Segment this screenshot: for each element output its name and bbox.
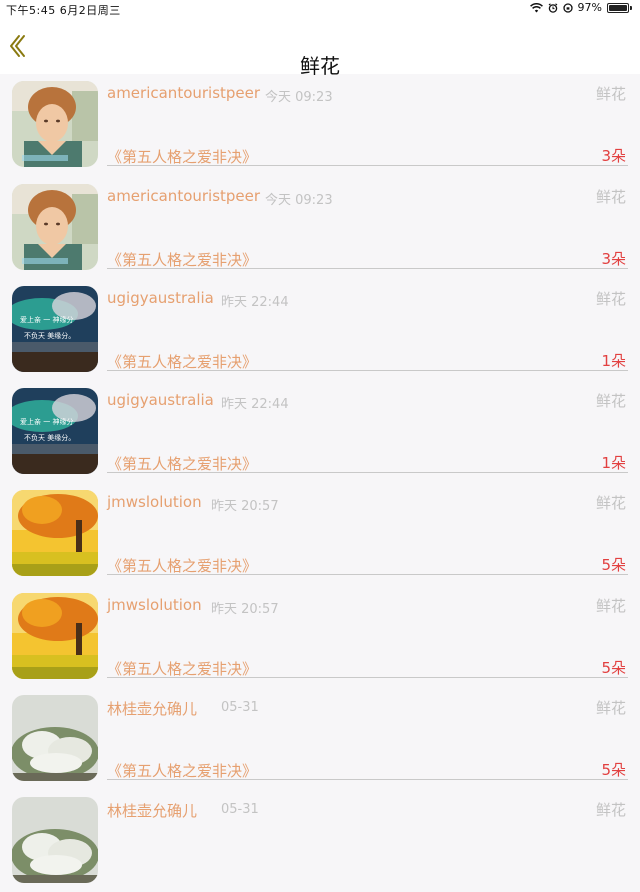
- svg-text:爱上亲 一 神缘分: 爱上亲 一 神缘分: [20, 417, 73, 426]
- svg-text:不负天 美缘分。: 不负天 美缘分。: [24, 331, 75, 340]
- gift-type: 鲜花: [595, 85, 626, 103]
- timestamp: 昨天 22:44: [221, 295, 289, 310]
- username: jmwslolution: [107, 596, 202, 614]
- gift-type: 鲜花: [595, 801, 626, 819]
- status-bar: 下午5:45 6月2日周三 97%: [0, 0, 640, 18]
- username: americantouristpeer: [107, 84, 261, 102]
- flower-count: 3朵: [601, 147, 626, 165]
- row-divider: [107, 370, 628, 371]
- username: 林桂壶允确儿: [107, 700, 198, 718]
- username: ugigyaustralia: [107, 391, 214, 409]
- book-title[interactable]: 《第五人格之爱非决》: [107, 760, 257, 781]
- row-divider: [107, 779, 628, 780]
- gift-type: 鲜花: [595, 494, 626, 512]
- book-title[interactable]: 《第五人格之爱非决》: [107, 146, 257, 167]
- timestamp: 今天 09:23: [265, 90, 333, 105]
- wifi-icon: [529, 2, 543, 12]
- gift-type: 鲜花: [595, 392, 626, 410]
- gift-type: 鲜花: [595, 188, 626, 206]
- avatar[interactable]: [12, 797, 98, 883]
- gift-type: 鲜花: [595, 597, 626, 615]
- flower-count: 5朵: [601, 659, 626, 677]
- list-item[interactable]: 林桂壶允确儿 05-31 鲜花: [0, 790, 640, 892]
- username: ugigyaustralia: [107, 289, 214, 307]
- list-item[interactable]: jmwslolution 昨天 20:57 鲜花 《第五人格之爱非决》 5朵: [0, 483, 640, 585]
- avatar[interactable]: [12, 81, 98, 167]
- timestamp: 昨天 20:57: [211, 602, 279, 617]
- timestamp: 今天 09:23: [265, 193, 333, 208]
- timestamp: 昨天 22:44: [221, 397, 289, 412]
- book-title[interactable]: 《第五人格之爱非决》: [107, 658, 257, 679]
- row-divider: [107, 268, 628, 269]
- status-icons: 97%: [529, 1, 632, 14]
- book-title[interactable]: 《第五人格之爱非决》: [107, 453, 257, 474]
- timestamp: 05-31: [221, 700, 259, 715]
- avatar[interactable]: [12, 593, 98, 679]
- list-item[interactable]: americantouristpeer 今天 09:23 鲜花 《第五人格之爱非…: [0, 177, 640, 279]
- username: americantouristpeer: [107, 187, 261, 205]
- svg-text:爱上亲 一 神缘分: 爱上亲 一 神缘分: [20, 315, 73, 324]
- nav-bar: 鲜花: [0, 18, 640, 78]
- book-title[interactable]: 《第五人格之爱非决》: [107, 249, 257, 270]
- list-item[interactable]: jmwslolution 昨天 20:57 鲜花 《第五人格之爱非决》 5朵: [0, 586, 640, 688]
- flower-count: 5朵: [601, 761, 626, 779]
- list-item[interactable]: americantouristpeer 今天 09:23 鲜花 《第五人格之爱非…: [0, 74, 640, 176]
- username: 林桂壶允确儿: [107, 802, 198, 820]
- flower-count: 5朵: [601, 556, 626, 574]
- book-title[interactable]: 《第五人格之爱非决》: [107, 351, 257, 372]
- avatar[interactable]: 爱上亲 一 神缘分 不负天 美缘分。: [12, 388, 98, 474]
- timestamp: 05-31: [221, 802, 259, 817]
- row-divider: [107, 165, 628, 166]
- avatar[interactable]: [12, 695, 98, 781]
- flower-count: 3朵: [601, 250, 626, 268]
- list-item[interactable]: 爱上亲 一 神缘分 不负天 美缘分。 ugigyaustralia 昨天 22:…: [0, 279, 640, 381]
- row-divider: [107, 472, 628, 473]
- orientation-lock-icon: [562, 2, 573, 13]
- status-time-date: 下午5:45 6月2日周三: [6, 4, 121, 17]
- avatar[interactable]: [12, 490, 98, 576]
- list-item[interactable]: 林桂壶允确儿 05-31 鲜花 《第五人格之爱非决》 5朵: [0, 688, 640, 790]
- avatar[interactable]: 爱上亲 一 神缘分 不负天 美缘分。: [12, 286, 98, 372]
- gift-type: 鲜花: [595, 290, 626, 308]
- flower-count: 1朵: [601, 454, 626, 472]
- book-title[interactable]: 《第五人格之爱非决》: [107, 555, 257, 576]
- username: jmwslolution: [107, 493, 202, 511]
- timestamp: 昨天 20:57: [211, 499, 279, 514]
- list-item[interactable]: 爱上亲 一 神缘分 不负天 美缘分。 ugigyaustralia 昨天 22:…: [0, 381, 640, 483]
- alarm-icon: [548, 2, 557, 13]
- row-divider: [107, 677, 628, 678]
- battery-percent: 97%: [577, 1, 602, 14]
- row-divider: [107, 574, 628, 575]
- flower-count: 1朵: [601, 352, 626, 370]
- gift-type: 鲜花: [595, 699, 626, 717]
- svg-text:不负天 美缘分。: 不负天 美缘分。: [24, 433, 75, 442]
- battery-icon: [607, 2, 629, 13]
- avatar[interactable]: [12, 184, 98, 270]
